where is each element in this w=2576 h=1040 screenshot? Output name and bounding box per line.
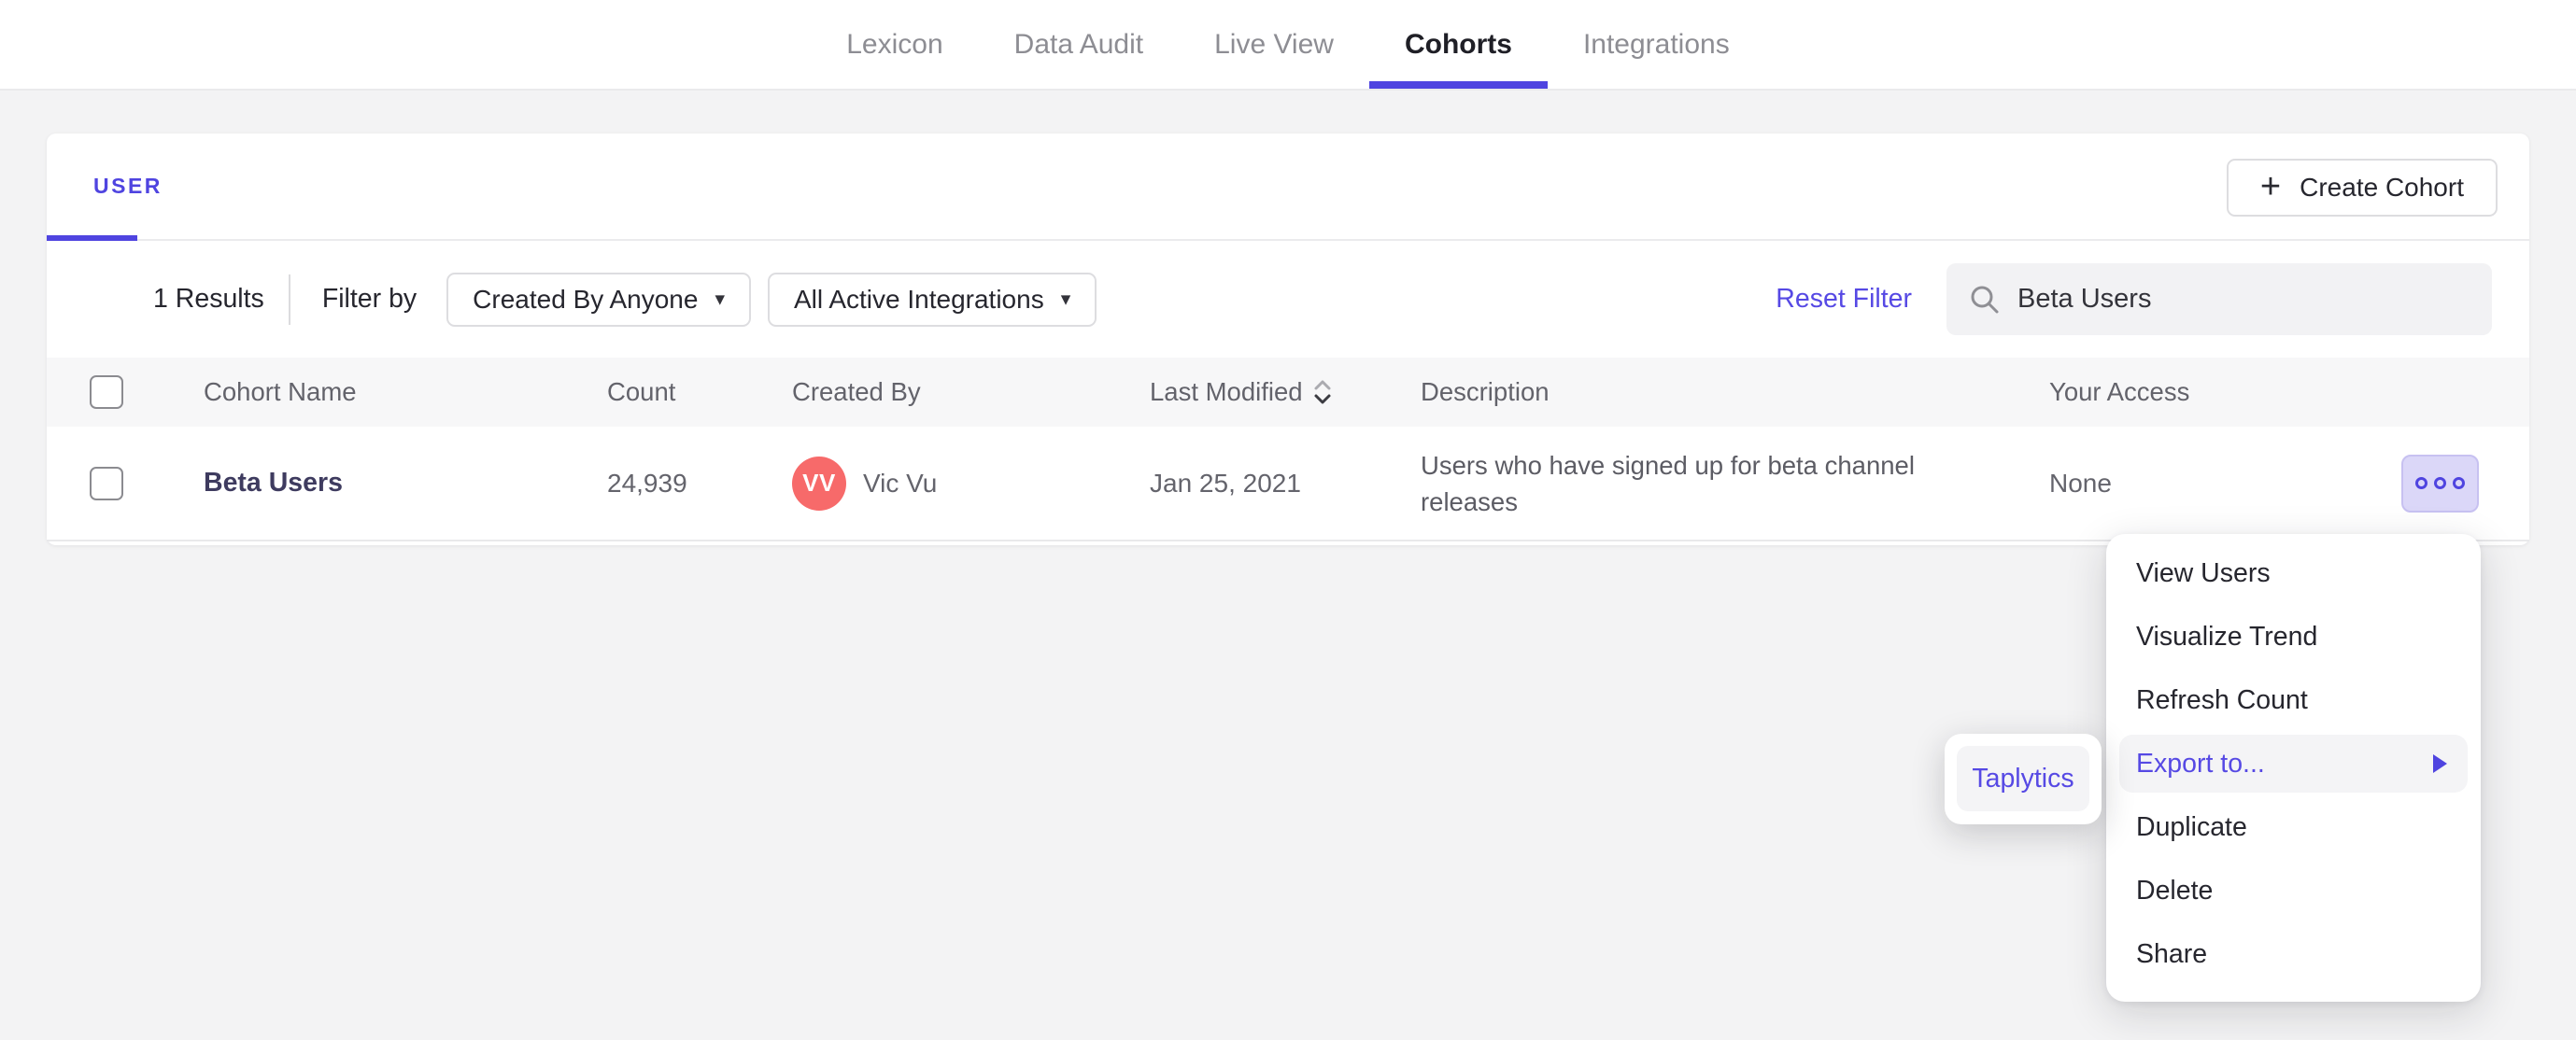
tab-data-audit[interactable]: Data Audit [979, 0, 1179, 89]
cohort-name-link[interactable]: Beta Users [204, 468, 343, 498]
sort-icon [1314, 380, 1331, 404]
menu-item-refresh-count[interactable]: Refresh Count [2106, 668, 2481, 732]
last-modified-value: Jan 25, 2021 [1150, 468, 1301, 498]
results-count: 1 Results [153, 284, 264, 314]
cohorts-table: Cohort Name Count Created By Last Modifi… [47, 358, 2529, 541]
tab-live-view[interactable]: Live View [1179, 0, 1369, 89]
tab-label: Data Audit [1013, 28, 1144, 60]
integrations-dropdown-value: All Active Integrations [794, 284, 1044, 314]
submenu-item-taplytics[interactable]: Taplytics [1957, 746, 2089, 811]
created-by-cell: VV Vic Vu [792, 456, 1150, 511]
tab-label: Lexicon [846, 28, 943, 60]
row-context-menu: View Users Visualize Trend Refresh Count… [2106, 534, 2481, 1002]
menu-item-visualize-trend[interactable]: Visualize Trend [2106, 605, 2481, 668]
creator-name: Vic Vu [863, 468, 938, 498]
vertical-divider [288, 274, 290, 325]
export-submenu: Taplytics [1945, 734, 2102, 824]
col-header-created-by: Created By [792, 377, 921, 406]
search-input[interactable] [2017, 284, 2470, 315]
chevron-down-icon: ▾ [1060, 288, 1071, 310]
create-cohort-label: Create Cohort [2300, 173, 2464, 202]
menu-item-duplicate[interactable]: Duplicate [2106, 795, 2481, 859]
tab-user[interactable]: USER [93, 174, 163, 199]
search-box[interactable] [1946, 263, 2492, 335]
tab-label: Cohorts [1404, 28, 1512, 60]
menu-item-delete[interactable]: Delete [2106, 859, 2481, 922]
tab-integrations[interactable]: Integrations [1548, 0, 1765, 89]
select-all-checkbox[interactable] [90, 375, 123, 409]
your-access-value: None [2049, 468, 2112, 498]
active-tab-underline [1368, 81, 1548, 89]
create-cohort-button[interactable]: + Create Cohort [2226, 159, 2498, 217]
col-header-count: Count [607, 377, 676, 406]
tab-lexicon[interactable]: Lexicon [811, 0, 978, 89]
cohorts-card: USER + Create Cohort 1 Results Filter by… [47, 134, 2529, 545]
plus-icon: + [2259, 166, 2282, 206]
row-checkbox[interactable] [90, 466, 123, 500]
cohort-count: 24,939 [607, 468, 687, 498]
tab-label: Integrations [1582, 28, 1730, 60]
menu-item-view-users[interactable]: View Users [2106, 541, 2481, 605]
avatar: VV [792, 456, 846, 511]
more-options-icon [2415, 477, 2465, 489]
filter-bar: 1 Results Filter by Created By Anyone ▾ … [47, 241, 2529, 358]
row-actions-button[interactable] [2401, 454, 2479, 513]
tab-label: Live View [1214, 28, 1334, 60]
card-tab-bar: USER + Create Cohort [47, 134, 2529, 241]
user-tab-underline [47, 235, 137, 241]
created-by-dropdown[interactable]: Created By Anyone ▾ [446, 272, 751, 327]
filter-by-label: Filter by [321, 284, 418, 314]
cohort-description: Users who have signed up for beta channe… [1421, 450, 1915, 516]
col-header-description: Description [1421, 377, 1550, 406]
col-header-last-modified-label: Last Modified [1150, 377, 1303, 406]
col-header-last-modified[interactable]: Last Modified [1150, 377, 1421, 407]
tab-cohorts[interactable]: Cohorts [1368, 0, 1548, 89]
col-header-cohort-name: Cohort Name [204, 377, 357, 406]
col-header-your-access: Your Access [2049, 377, 2190, 406]
chevron-down-icon: ▾ [715, 288, 725, 310]
integrations-dropdown[interactable]: All Active Integrations ▾ [768, 272, 1097, 327]
table-row: Beta Users 24,939 VV Vic Vu Jan 25, 2021… [47, 427, 2529, 541]
menu-item-export-to[interactable]: Export to... [2119, 735, 2468, 793]
submenu-arrow-icon [2433, 754, 2447, 773]
menu-item-export-to-label: Export to... [2136, 748, 2265, 779]
table-header-row: Cohort Name Count Created By Last Modifi… [47, 358, 2529, 427]
search-icon [1971, 286, 1999, 313]
created-by-dropdown-value: Created By Anyone [473, 284, 699, 314]
top-nav: Lexicon Data Audit Live View Cohorts Int… [0, 0, 2576, 91]
reset-filter-link[interactable]: Reset Filter [1776, 284, 1912, 315]
menu-item-share[interactable]: Share [2106, 922, 2481, 986]
